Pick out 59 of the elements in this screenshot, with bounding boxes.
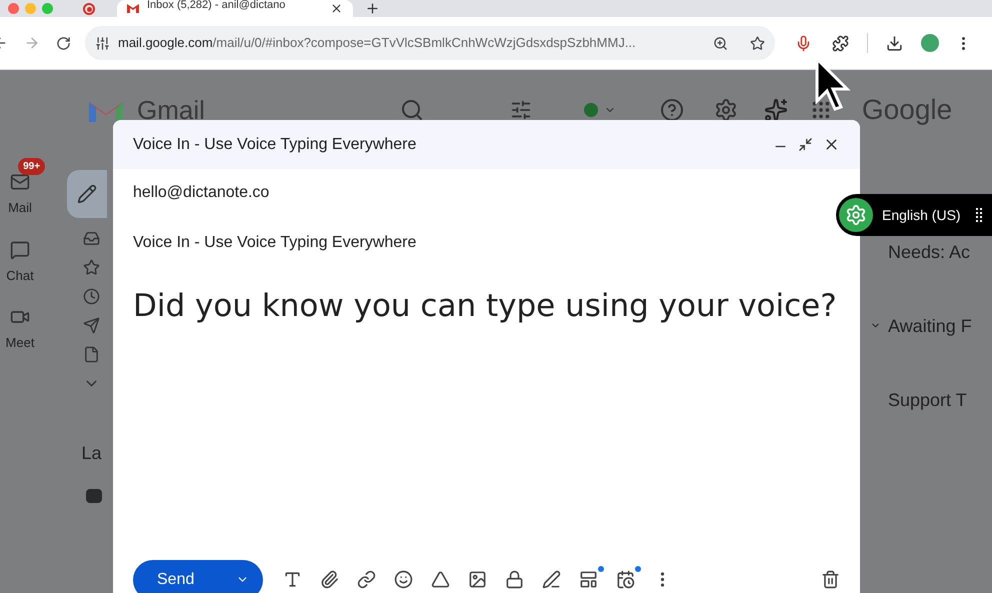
labels-heading: La [81, 442, 102, 465]
send-button[interactable]: Send [133, 560, 263, 593]
filter-icon[interactable] [510, 99, 532, 121]
layout-icon[interactable] [579, 570, 598, 589]
drag-handle-icon[interactable] [976, 208, 982, 222]
help-icon[interactable] [660, 98, 684, 122]
send-icon[interactable] [83, 317, 100, 334]
mail-icon[interactable] [10, 172, 30, 192]
label-tag-icon[interactable] [86, 489, 102, 503]
site-settings-icon[interactable] [95, 36, 110, 50]
rail-label[interactable]: Chat [6, 266, 34, 285]
pencil-icon[interactable] [76, 184, 96, 204]
compose-title: Voice In - Use Voice Typing Everywhere [133, 134, 416, 154]
close-icon[interactable] [330, 2, 343, 15]
star-icon[interactable] [83, 259, 100, 276]
label-item[interactable]: Needs: Ac [888, 242, 970, 262]
browser-tab[interactable]: Inbox (5,282) - anil@dictano [117, 0, 353, 17]
new-tab-icon[interactable] [365, 1, 380, 16]
tab-title: Inbox (5,282) - anil@dictano [147, 0, 286, 11]
text-format-icon[interactable] [283, 570, 302, 589]
gmail-brand: Gmail [137, 94, 205, 126]
reload-icon[interactable] [56, 36, 71, 50]
settings-icon[interactable] [714, 98, 738, 122]
chat-icon[interactable] [10, 240, 30, 260]
trash-icon[interactable] [821, 570, 840, 589]
microphone-icon[interactable] [795, 34, 812, 52]
triangle-icon[interactable] [431, 570, 450, 589]
file-icon[interactable] [83, 346, 100, 363]
label-item[interactable]: Support T [888, 390, 967, 410]
language-label: English (US) [882, 206, 961, 225]
image-icon[interactable] [468, 570, 487, 589]
google-logo: Google [862, 93, 952, 127]
pen-icon[interactable] [542, 570, 561, 589]
calendar-icon[interactable] [616, 570, 635, 589]
paperclip-icon[interactable] [320, 570, 339, 589]
unread-badge: 99+ [18, 158, 46, 175]
extensions-icon[interactable] [832, 34, 849, 52]
bookmark-icon[interactable] [750, 36, 765, 50]
download-icon[interactable] [886, 34, 903, 52]
smiley-icon[interactable] [394, 570, 413, 589]
lock-icon[interactable] [505, 570, 524, 589]
link-icon[interactable] [357, 570, 376, 589]
message-body[interactable]: Did you know you can type using your voice? [133, 283, 840, 330]
zoom-icon[interactable] [713, 36, 728, 50]
recording-icon [83, 3, 95, 15]
rail-label[interactable]: Mail [8, 198, 32, 218]
search-icon[interactable] [400, 98, 424, 122]
url-text: mail.google.com/mail/u/0/#inbox?compose=GTvVlcSBmlkCnhWcWzjGdsxdspSzbhMMJ... [118, 34, 636, 52]
clock-icon[interactable] [83, 288, 100, 305]
sparkle-icon[interactable] [764, 98, 788, 122]
voice-language-widget[interactable]: English (US) [836, 194, 992, 236]
mail-logo-icon [127, 4, 139, 13]
inbox-icon[interactable] [83, 230, 100, 247]
profile-avatar[interactable] [921, 34, 939, 52]
label-item[interactable]: Awaiting F [888, 316, 972, 336]
compose-fab[interactable] [66, 170, 106, 218]
exit-fullscreen-icon[interactable] [798, 137, 813, 152]
address-bar[interactable]: mail.google.com/mail/u/0/#inbox?compose=GTvVlcSBmlkCnhWcWzjGdsxdspSzbhMMJ... [85, 26, 775, 60]
rail-label[interactable]: Meet [6, 333, 34, 352]
